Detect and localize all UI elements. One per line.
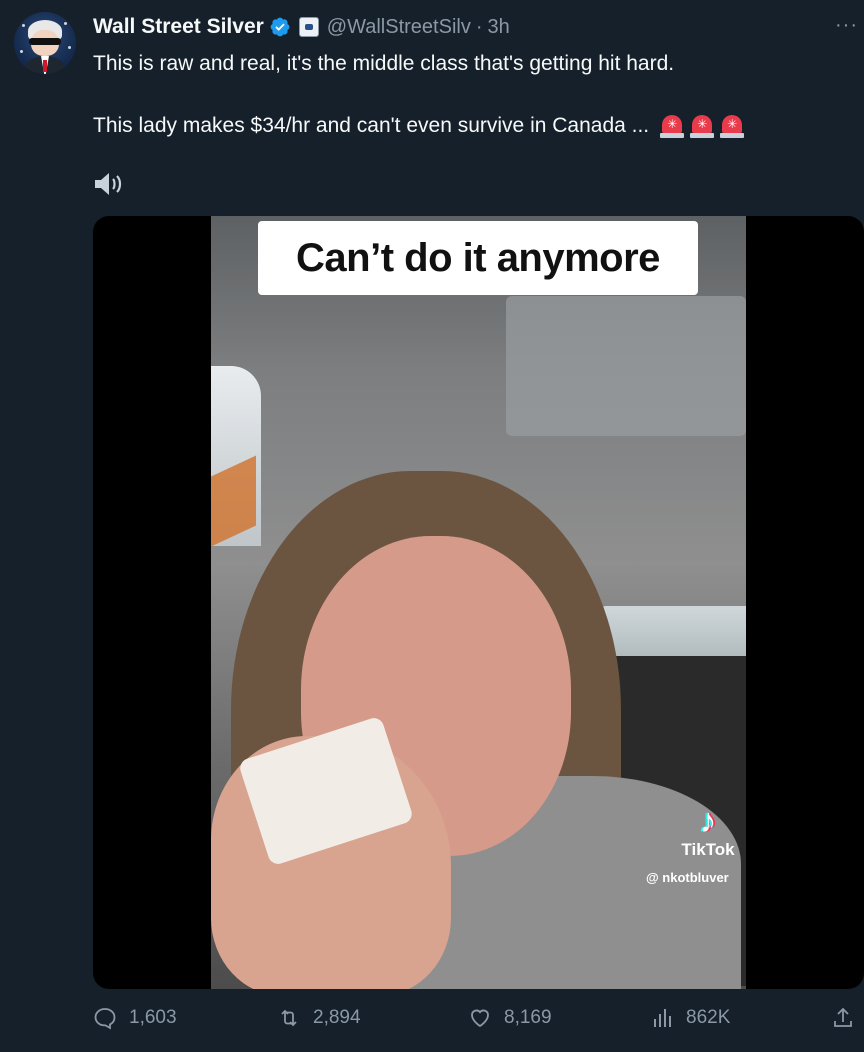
share-button[interactable] [831, 1006, 855, 1030]
tiktok-logo-icon: ♪ [699, 802, 717, 840]
tweet: Wall Street Silver @WallStreetSilv · 3h … [0, 0, 864, 1052]
retweet-count: 2,894 [313, 1007, 361, 1028]
video-player[interactable]: Can’t do it anymore ♪ TikTok @ nkotbluve… [93, 216, 864, 989]
heart-icon [471, 1009, 489, 1028]
video-caption: Can’t do it anymore [258, 221, 698, 295]
retweet-button[interactable]: 2,894 [277, 1006, 361, 1030]
author-name[interactable]: Wall Street Silver [93, 15, 264, 39]
video-frame[interactable]: Can’t do it anymore ♪ TikTok @ nkotbluve… [211, 216, 746, 989]
tweet-text-line-2: This lady makes $34/hr and can't even su… [93, 113, 745, 139]
action-bar: 1,603 2,894 8,169 862K [93, 1006, 864, 1040]
share-icon [834, 1007, 852, 1027]
tiktok-brand: TikTok [681, 840, 735, 859]
retweet-icon [281, 1009, 297, 1027]
like-button[interactable]: 8,169 [468, 1006, 552, 1030]
rotating-light-icon: ✳ [659, 113, 685, 139]
speaker-icon[interactable] [93, 170, 125, 198]
tweet-header: Wall Street Silver @WallStreetSilv · 3h [93, 14, 510, 40]
affiliate-badge-icon[interactable] [298, 17, 319, 37]
rotating-light-icon: ✳ [719, 113, 745, 139]
view-count: 862K [686, 1007, 731, 1028]
rotating-light-icon: ✳ [689, 113, 715, 139]
reply-icon [94, 1008, 116, 1030]
tweet-text-line-1: This is raw and real, it's the middle cl… [93, 52, 675, 75]
timestamp[interactable]: 3h [488, 16, 510, 39]
views-button[interactable]: 862K [650, 1006, 730, 1030]
reply-button[interactable]: 1,603 [93, 1006, 177, 1030]
author-handle[interactable]: @WallStreetSilv [327, 16, 471, 39]
reply-count: 1,603 [129, 1007, 177, 1028]
verified-badge-icon [270, 17, 290, 37]
avatar[interactable] [14, 12, 76, 74]
tweet-text: This lady makes $34/hr and can't even su… [93, 114, 650, 137]
more-options-button[interactable]: ··· [835, 14, 858, 37]
views-chart-icon [654, 1009, 671, 1027]
separator: · [475, 15, 483, 38]
tiktok-watermark: ♪ TikTok [673, 804, 743, 860]
tiktok-username: @ nkotbluver [646, 870, 729, 885]
like-count: 8,169 [504, 1007, 552, 1028]
